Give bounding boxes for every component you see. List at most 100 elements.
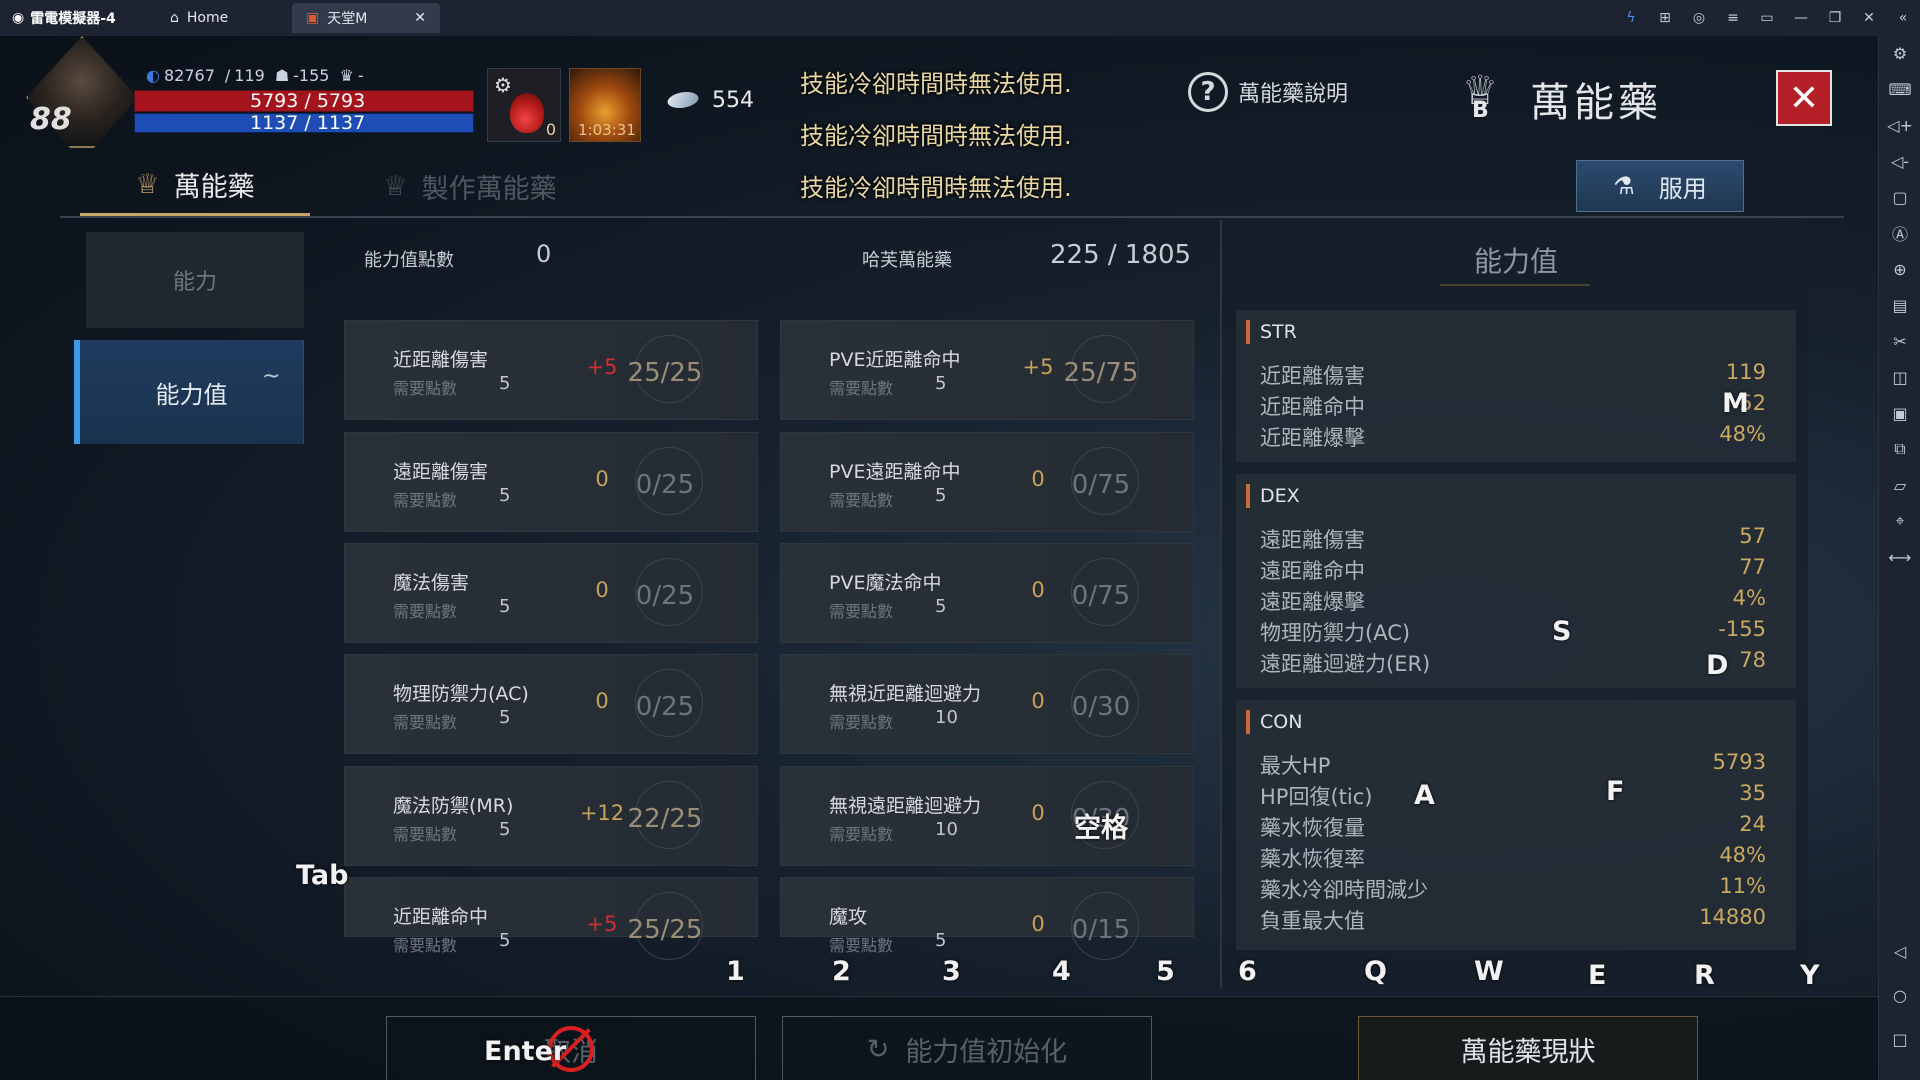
tab-home[interactable]: ⌂ Home <box>156 3 286 33</box>
stat-card-cost: 5 <box>499 707 511 728</box>
stat-row-value: 48% <box>1719 843 1766 867</box>
volume-down-icon[interactable]: ◁- <box>1879 146 1920 176</box>
stat-card-cost-label: 需要點數 <box>393 379 458 398</box>
record-icon[interactable]: ▣ <box>1879 398 1920 428</box>
keyboard-icon[interactable]: ⌨ <box>1879 74 1920 104</box>
gear-icon[interactable]: ⚙ <box>494 73 512 97</box>
location-icon[interactable]: ⌖ <box>1879 506 1920 536</box>
stat-card-cost: 5 <box>935 596 947 617</box>
stat-card[interactable]: 近距離傷害 需要點數 5 +5 25/25 <box>344 320 758 420</box>
use-button[interactable]: ⚗ 服用 <box>1576 160 1744 212</box>
stat-card-progress: 0/30 <box>1071 692 1131 722</box>
macro-icon[interactable]: Ⓐ <box>1879 218 1920 248</box>
menu-icon[interactable]: ≡ <box>1716 0 1750 36</box>
folder-icon[interactable]: ▱ <box>1879 470 1920 500</box>
key-hint-2: 2 <box>832 956 851 987</box>
status-button[interactable]: 萬能藥現狀 <box>1358 1016 1698 1080</box>
tab-craft[interactable]: ♕ 製作萬能藥 <box>350 156 590 216</box>
recents-icon[interactable]: □ <box>1879 1024 1920 1054</box>
stat-row-key: 藥水冷卻時間減少 <box>1260 878 1428 902</box>
stat-row: 遠距離傷害 57 <box>1260 524 1778 554</box>
stat-row: 近距離傷害 119 <box>1260 360 1778 390</box>
help-button[interactable]: ? 萬能藥說明 <box>1188 72 1348 112</box>
shake-icon[interactable]: ⟷ <box>1879 542 1920 572</box>
stat-card[interactable]: 近距離命中 需要點數 5 +5 25/25 <box>344 877 758 960</box>
stat-card-cost: 5 <box>935 373 947 394</box>
stat-card-name: PVE遠距離命中 <box>829 461 961 483</box>
potion-slot[interactable]: ⚙ 0 <box>487 68 561 142</box>
key-hint-a: A <box>1414 780 1435 811</box>
stat-card-name: 物理防禦力(AC) <box>393 683 529 705</box>
help-label: 萬能藥說明 <box>1238 82 1349 107</box>
stat-row-key: 藥水恢復量 <box>1260 816 1365 840</box>
stat-card[interactable]: PVE魔法命中 需要點數 5 0 0/75 <box>780 543 1194 643</box>
stat-card[interactable]: PVE近距離命中 需要點數 5 +5 25/75 <box>780 320 1194 420</box>
close-window-icon[interactable]: ✕ <box>1852 0 1886 36</box>
account-icon[interactable]: ◎ <box>1682 0 1716 36</box>
stat-row-key: 遠距離命中 <box>1260 559 1365 583</box>
game-screen: 88 ◐ 82767 /119 ☗ -155 ♛ - 5793 / 5793 1137… <box>0 36 1878 1080</box>
stat-card[interactable]: 魔法防禦(MR) 需要點數 5 +12 22/25 <box>344 766 758 866</box>
screenshot-icon[interactable]: ▢ <box>1879 182 1920 212</box>
stat-card-name: 魔法傷害 <box>393 572 470 594</box>
stat-card-cost-label: 需要點數 <box>393 713 458 732</box>
stat-card-progress: 0/75 <box>1071 581 1131 611</box>
lightning-icon[interactable]: ϟ <box>1614 0 1648 36</box>
stat-card[interactable]: 無視近距離迴避力 需要點數 10 0 0/30 <box>780 654 1194 754</box>
reset-button[interactable]: ↻ 能力值初始化 <box>782 1016 1152 1080</box>
stat-card[interactable]: 魔法傷害 需要點數 5 0 0/25 <box>344 543 758 643</box>
stat-card[interactable]: 物理防禦力(AC) 需要點數 5 0 0/25 <box>344 654 758 754</box>
stat-card[interactable]: 無視遠距離迴避力 需要點數 10 0 0/30 <box>780 766 1194 866</box>
screen-icon[interactable]: ▭ <box>1750 0 1784 36</box>
stat-row-key: 負重最大值 <box>1260 909 1365 933</box>
stat-card-bonus: 0 <box>595 467 609 491</box>
restore-icon[interactable]: ❐ <box>1818 0 1852 36</box>
add-app-icon[interactable]: ⊕ <box>1879 254 1920 284</box>
gamepad-icon[interactable]: ⊞ <box>1648 0 1682 36</box>
close-button[interactable]: ✕ <box>1776 70 1832 126</box>
stat-row: 藥水冷卻時間減少 11% <box>1260 874 1778 904</box>
use-button-label: 服用 <box>1658 174 1707 203</box>
nav-stats[interactable]: 能力值 <box>74 340 304 444</box>
stat-card-bonus: 0 <box>595 689 609 713</box>
settings-icon[interactable]: ⚙ <box>1879 38 1920 68</box>
stat-card[interactable]: PVE遠距離命中 需要點數 5 0 0/75 <box>780 432 1194 532</box>
stat-group-head: CON <box>1246 710 1302 734</box>
potion-value: 225 / 1805 <box>1050 240 1192 270</box>
scissors-icon[interactable]: ✂ <box>1879 326 1920 356</box>
stat-row-key: 遠距離傷害 <box>1260 528 1365 552</box>
stat-card-cost-label: 需要點數 <box>829 825 894 844</box>
emulator-sidebar: ⚙ ⌨ ◁+ ◁- ▢ Ⓐ ⊕ ▤ ✂ ◫ ▣ ⧉ ▱ ⌖ ⟷ ◁ ○ □ <box>1878 36 1920 1080</box>
back-icon[interactable]: ◁ <box>1879 936 1920 966</box>
stat-row-value: 78 <box>1739 648 1766 672</box>
home-circle-icon[interactable]: ○ <box>1879 980 1920 1010</box>
hud-stat-d: - <box>357 66 364 85</box>
stat-panel-title: 能力值 <box>1473 245 1558 278</box>
stat-card-cost-label: 需要點數 <box>393 602 458 621</box>
currency-display: 554 <box>660 78 780 122</box>
apk-icon[interactable]: ▤ <box>1879 290 1920 320</box>
stat-card[interactable]: 遠距離傷害 需要點數 5 0 0/25 <box>344 432 758 532</box>
multi-window-icon[interactable]: ◫ <box>1879 362 1920 392</box>
buff-slot[interactable]: 1:03:31 <box>569 68 641 142</box>
emulator-logo-icon: ◉ <box>12 10 25 26</box>
tab-game[interactable]: ▣ 天堂M ✕ <box>292 3 440 33</box>
volume-up-icon[interactable]: ◁+ <box>1879 110 1920 140</box>
sync-icon[interactable]: ⧉ <box>1879 434 1920 464</box>
game-icon: ▣ <box>306 10 320 26</box>
minimize-icon[interactable]: — <box>1784 0 1818 36</box>
tab-potion[interactable]: ♕ 萬能藥 <box>80 156 310 216</box>
tab-craft-label: 製作萬能藥 <box>421 173 557 205</box>
stat-group-con: CON 最大HP 5793 HP回復(tic) 35 藥水恢復量 24 藥水恢復率 48% 藥水冷… <box>1236 700 1796 950</box>
nav-ability[interactable]: 能力 <box>86 232 304 328</box>
stat-card-name: 魔攻 <box>829 906 868 928</box>
stat-group-head: DEX <box>1246 484 1300 508</box>
potion-count: 0 <box>545 120 556 139</box>
key-hint-m: M <box>1722 388 1749 419</box>
stat-card-cost-label: 需要點數 <box>393 936 458 955</box>
stat-row: 負重最大值 14880 <box>1260 905 1778 935</box>
stat-row-key: 近距離傷害 <box>1260 364 1365 388</box>
stat-card[interactable]: 魔攻 需要點數 5 0 0/15 <box>780 877 1194 960</box>
close-tab-icon[interactable]: ✕ <box>414 10 426 26</box>
collapse-sidebar-icon[interactable]: « <box>1886 0 1920 36</box>
